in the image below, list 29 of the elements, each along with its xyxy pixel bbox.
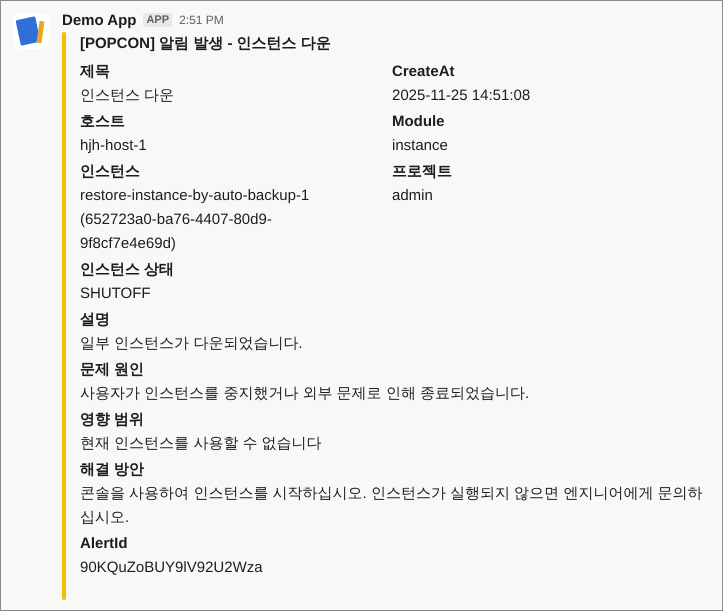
field-value: 인스턴스 다운 bbox=[80, 86, 176, 106]
field-value: admin bbox=[392, 186, 434, 206]
field-value: instance bbox=[392, 136, 449, 156]
app-badge: APP bbox=[143, 13, 172, 27]
field-label: 설명 bbox=[80, 310, 111, 330]
field-value: 콘솔을 사용하여 인스턴스를 시작하십시오. 인스턴스가 실행되지 않으면 엔지니어에게 문의하십시오. bbox=[80, 484, 704, 528]
field-label: 호스트 bbox=[80, 112, 126, 132]
app-avatar-icon bbox=[12, 12, 50, 50]
field-value: 현재 인스턴스를 사용할 수 없습니다 bbox=[80, 434, 323, 454]
field-label: 프로젝트 bbox=[392, 162, 453, 182]
field-label: CreateAt bbox=[392, 62, 456, 82]
field-label: Module bbox=[392, 112, 446, 132]
field-label: 인스턴스 bbox=[80, 162, 141, 182]
field-value: SHUTOFF bbox=[80, 284, 152, 304]
field-label: 문제 원인 bbox=[80, 360, 146, 380]
sender-name[interactable]: Demo App bbox=[62, 12, 136, 28]
field-label: 해결 방안 bbox=[80, 460, 146, 480]
field-value: 사용자가 인스턴스를 중지했거나 외부 문제로 인해 종료되었습니다. bbox=[80, 384, 530, 404]
field-label: 영향 범위 bbox=[80, 410, 146, 430]
message-time[interactable]: 2:51 PM bbox=[179, 13, 224, 27]
field-label: AlertId bbox=[80, 534, 129, 554]
field-value: 90KQuZoBUY9lV92U2Wza bbox=[80, 558, 264, 578]
field-value: 일부 인스턴스가 다운되었습니다. bbox=[80, 334, 304, 354]
field-value: 2025-11-25 14:51:08 bbox=[392, 86, 532, 106]
field-label: 인스턴스 상태 bbox=[80, 260, 176, 280]
field-value: hjh-host-1 bbox=[80, 136, 148, 156]
attachment-title: [POPCON] 알림 발생 - 인스턴스 다운 bbox=[80, 34, 332, 54]
field-label: 제목 bbox=[80, 62, 111, 82]
field-value: restore-instance-by-auto-backup-1 (652723a0-ba76-4407-80d9-9f8cf7e4e69d) bbox=[80, 186, 310, 254]
